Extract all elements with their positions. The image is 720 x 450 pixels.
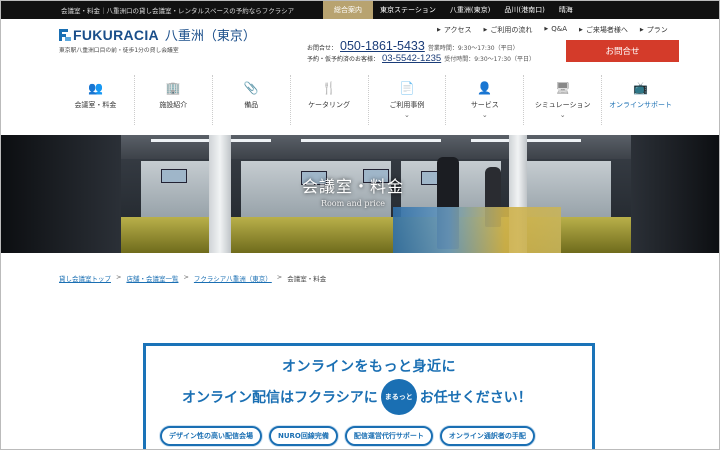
location-links: 総合案内 東京ステーション 八重洲(東京) 品川(港南口) 晴海 bbox=[323, 1, 580, 19]
chevron-down-icon: ⌄ bbox=[404, 111, 410, 119]
inquiry-hours: 営業時間：9:30〜17:30（平日） bbox=[427, 45, 519, 52]
document-icon: 📄 bbox=[399, 81, 415, 95]
nav-item-services[interactable]: 👤 サービス ⌄ bbox=[445, 75, 523, 125]
breadcrumb-link-top[interactable]: 貸し会議室トップ bbox=[59, 273, 111, 283]
banner-pill[interactable]: デザイン性の高い配信会場 bbox=[160, 426, 262, 446]
reserved-hours: 受付時間：9:30〜17:30（平日） bbox=[444, 56, 535, 63]
nav-item-facilities[interactable]: 🏢 施設紹介 bbox=[133, 75, 212, 125]
nav-item-rooms[interactable]: 👥 会議室・料金 bbox=[57, 75, 134, 125]
topbar-link-general[interactable]: 総合案内 bbox=[323, 1, 373, 19]
chevron-down-icon: ⌄ bbox=[559, 111, 566, 119]
hero-image: 会議室・料金 Room and price bbox=[1, 135, 719, 253]
banner-pill[interactable]: オンライン通訳者の手配 bbox=[439, 426, 535, 446]
building-icon: 🏢 bbox=[165, 81, 181, 95]
nav-item-online-support[interactable]: 📺 オンラインサポート bbox=[601, 75, 679, 125]
logo-brand: FUKURACIA bbox=[73, 26, 159, 43]
banner-badge: まるっと bbox=[380, 379, 417, 415]
nav-item-catering[interactable]: 🍴 ケータリング bbox=[289, 75, 368, 125]
nav-label: 備品 bbox=[244, 101, 259, 109]
nav-label: オンラインサポート bbox=[609, 101, 673, 109]
hero-title: 会議室・料金 bbox=[301, 177, 404, 196]
topbar-link-harumi[interactable]: 晴海 bbox=[552, 1, 580, 19]
nav-label: シミュレーション bbox=[534, 101, 591, 109]
util-link-flow[interactable]: ご利用の流れ bbox=[484, 25, 532, 35]
nav-label: 施設紹介 bbox=[159, 101, 188, 109]
banner-pills: デザイン性の高い配信会場 NURO回線完備 配信運営代行サポート オンライン通訳… bbox=[160, 426, 542, 446]
chevron-down-icon: ⌄ bbox=[481, 111, 488, 119]
nav-label: ケータリング bbox=[308, 101, 351, 109]
contact-row-reserved: 予約・仮予約済のお客様： 03-5542-1235 受付時間：9:30〜17:3… bbox=[307, 53, 557, 64]
paperclip-icon: 📎 bbox=[243, 81, 259, 95]
nav-item-equipment[interactable]: 📎 備品 bbox=[211, 75, 290, 125]
hero-floor bbox=[121, 217, 641, 253]
hero-subtitle: Room and price bbox=[320, 199, 386, 208]
logo-subtagline: 東京駅八重洲口目の前・徒歩1分の貸し会議室 bbox=[59, 48, 179, 54]
reserved-label: 予約・仮予約済のお客様： bbox=[307, 56, 380, 63]
util-link-qa[interactable]: Q&A bbox=[544, 25, 567, 35]
nav-label: 会議室・料金 bbox=[74, 101, 117, 109]
site-tagline: 会議室・料金｜八重洲口の貸し会議室・レンタルスペースの予約ならフクラシア bbox=[61, 7, 295, 15]
breadcrumb-separator: > bbox=[276, 273, 283, 281]
util-link-access[interactable]: アクセス bbox=[437, 25, 472, 35]
nav-label: ご利用事例 bbox=[389, 101, 425, 109]
breadcrumb-separator: > bbox=[116, 273, 122, 281]
contact-row-inquiry: お問合せ： 050-1861-5433 営業時間：9:30〜17:30（平日） bbox=[307, 39, 557, 53]
banner-text-after: お任せください！ bbox=[419, 390, 532, 406]
reserved-phone-link[interactable]: 03-5542-1235 bbox=[382, 53, 441, 64]
monitor-icon: 🖥 bbox=[555, 81, 571, 95]
cutlery-icon: 🍴 bbox=[321, 81, 337, 95]
topbar-link-tokyo-station[interactable]: 東京ステーション bbox=[373, 1, 443, 19]
logo-mark-icon bbox=[59, 28, 71, 41]
util-link-visitors[interactable]: ご来場者様へ bbox=[579, 25, 628, 35]
online-banner[interactable]: オンラインをもっと身近に オンライン配信はフクラシアに まるっと お任せください… bbox=[143, 343, 595, 449]
nav-label: サービス bbox=[470, 101, 499, 109]
online-support-icon: 📺 bbox=[633, 81, 649, 95]
banner-pill[interactable]: NURO回線完備 bbox=[269, 426, 338, 446]
breadcrumb-separator: > bbox=[183, 273, 189, 281]
breadcrumb: 貸し会議室トップ > 店舗・会議室一覧 > フクラシア八重洲（東京） > 会議室… bbox=[59, 273, 326, 283]
hero-overlay: 会議室・料金 Room and price bbox=[273, 173, 433, 219]
top-bar: 会議室・料金｜八重洲口の貸し会議室・レンタルスペースの予約ならフクラシア 総合案… bbox=[1, 1, 719, 19]
staff-icon: 👤 bbox=[477, 81, 493, 95]
topbar-link-yaesu[interactable]: 八重洲(東京) bbox=[443, 1, 497, 19]
logo-location: 八重洲（東京） bbox=[164, 29, 256, 44]
nav-item-cases[interactable]: 📄 ご利用事例 ⌄ bbox=[367, 75, 446, 125]
inquiry-label: お問合せ： bbox=[307, 45, 338, 52]
breadcrumb-current: 会議室・料金 bbox=[287, 275, 327, 283]
banner-subheadline: オンライン配信はフクラシアに まるっと お任せください！ bbox=[182, 379, 532, 415]
banner-headline: オンラインをもっと身近に bbox=[282, 359, 456, 375]
banner-text-before: オンライン配信はフクラシアに bbox=[182, 390, 378, 406]
breadcrumb-link-list[interactable]: 店舗・会議室一覧 bbox=[126, 273, 178, 283]
nav-item-simulation[interactable]: 🖥 シミュレーション ⌄ bbox=[523, 75, 601, 125]
utility-links: アクセス ご利用の流れ Q&A ご来場者様へ プラン bbox=[437, 25, 680, 35]
site-logo[interactable]: FUKURACIA 八重洲（東京） bbox=[59, 25, 256, 44]
inquiry-phone-link[interactable]: 050-1861-5433 bbox=[340, 39, 425, 53]
breadcrumb-link-yaesu[interactable]: フクラシア八重洲（東京） bbox=[194, 273, 272, 283]
page-frame: 会議室・料金｜八重洲口の貸し会議室・レンタルスペースの予約ならフクラシア 総合案… bbox=[0, 0, 720, 450]
topbar-link-shinagawa[interactable]: 品川(港南口) bbox=[497, 1, 551, 19]
main-nav: 👥 会議室・料金 🏢 施設紹介 📎 備品 🍴 ケータリング 📄 ご利用事例 ⌄ … bbox=[57, 75, 679, 125]
banner-pill[interactable]: 配信運営代行サポート bbox=[344, 426, 433, 446]
users-icon: 👥 bbox=[87, 81, 103, 95]
contact-info: お問合せ： 050-1861-5433 営業時間：9:30〜17:30（平日） … bbox=[307, 39, 557, 64]
util-link-plan[interactable]: プラン bbox=[640, 25, 668, 35]
inquiry-button[interactable]: お問合せ bbox=[566, 40, 679, 62]
